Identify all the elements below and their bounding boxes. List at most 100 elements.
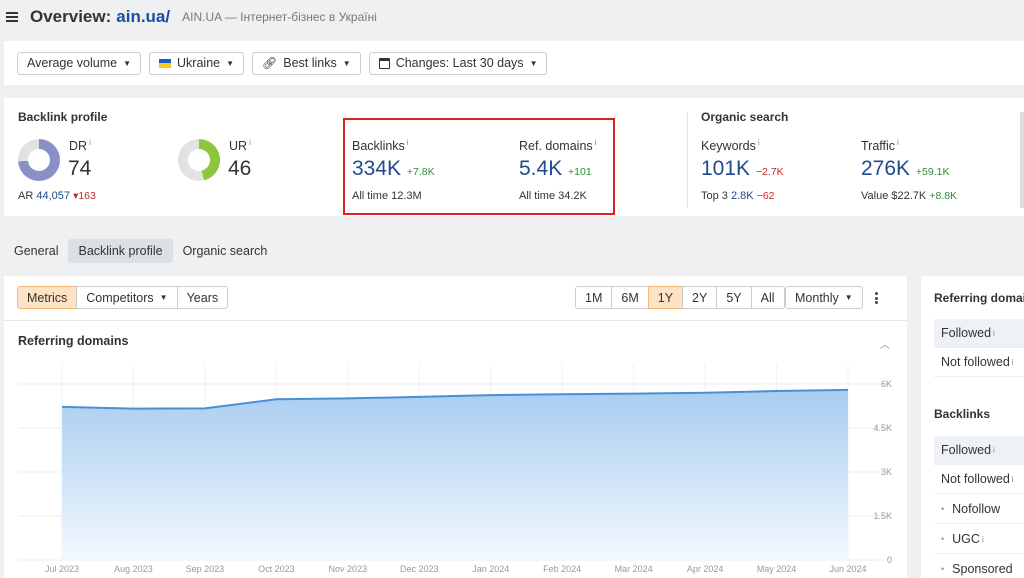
chart-panel: Metrics Competitors ▼ Years 1M 6M 1Y 2Y … [4,276,907,578]
row-label: Not followed [941,355,1010,369]
period-1m[interactable]: 1M [575,286,613,309]
bl-followed-row[interactable]: Followed i [934,436,1024,465]
metrics-card: Backlink profile DR i 74 AR 44,057 ▾163 U… [4,98,1024,216]
backlinks-metric[interactable]: 334K +7.8K [352,157,435,181]
ur-label[interactable]: UR i [229,138,251,153]
ref-domains-label[interactable]: Ref. domains i [519,138,596,153]
bl-not-followed-row[interactable]: Not followed i [934,465,1024,494]
tab-organic-search[interactable]: Organic search [173,239,278,263]
page-title-domain[interactable]: ain.ua/ [116,7,170,27]
page-title-label: Overview: [30,7,112,26]
backlinks-value: 334K [352,157,402,180]
traffic-delta: +59.1K [915,166,950,178]
ref-domains-metric[interactable]: 5.4K +101 [519,157,592,181]
right-panel: Referring domains Followedi Not followed… [921,276,1024,578]
menu-icon[interactable] [6,12,18,22]
ur-donut-chart [178,139,220,181]
info-icon[interactable]: i [982,535,984,544]
x-tick-label: Sep 2023 [186,564,225,574]
interval-label: Monthly [795,290,839,305]
info-icon[interactable]: i [407,138,409,147]
link-icon: 🔗︎ [262,56,278,70]
period-2y[interactable]: 2Y [682,286,718,309]
ref-domains-value: 5.4K [519,157,563,180]
x-tick-label: Jan 2024 [472,564,509,574]
caret-down-icon: ▼ [159,293,168,302]
info-icon[interactable]: i [249,138,251,147]
section-divider [687,112,688,208]
bl-nofollow-row[interactable]: • Nofollow [934,495,1024,524]
x-tick-label: Dec 2023 [400,564,439,574]
info-icon[interactable]: i [758,138,760,147]
chart-title: Referring domains [18,334,129,348]
metrics-toggle[interactable]: Metrics [17,286,78,309]
tab-backlink-profile[interactable]: Backlink profile [68,238,173,263]
keywords-metric[interactable]: 101K −2.7K [701,157,784,181]
ar-value[interactable]: 44,057 [36,190,70,202]
scroll-edge [1020,112,1024,208]
bl-ugc-row[interactable]: • UGC i [934,525,1024,554]
period-all[interactable]: All [750,286,785,309]
alltime-value: 34.2K [558,190,587,202]
bl-sponsored-row[interactable]: • Sponsored [934,555,1024,578]
traffic-label[interactable]: Traffic i [861,138,899,153]
competitors-dropdown[interactable]: Competitors ▼ [76,286,178,309]
traffic-value-row: Value $22.7K +8.8K [861,190,957,202]
ref-domains-panel-title: Referring domains [934,291,1024,305]
x-tick-label: Jul 2023 [45,564,79,574]
info-icon[interactable]: i [1012,475,1014,484]
value-label: Value [861,190,889,202]
changes-dropdown-label: Changes: Last 30 days [395,56,524,70]
ref-not-followed-row[interactable]: Not followed i [934,348,1024,377]
y-tick-label: 4.5K [873,423,892,433]
caret-down-icon: ▼ [123,58,132,68]
info-icon[interactable]: i [897,138,899,147]
info-icon[interactable]: i [89,138,91,147]
links-dropdown[interactable]: 🔗︎ Best links ▼ [252,51,361,75]
country-dropdown-label: Ukraine [177,56,221,70]
traffic-metric[interactable]: 276K +59.1K [861,157,949,181]
top3-row: Top 3 2.8K −62 [701,190,775,202]
info-icon[interactable]: i [993,329,995,338]
chevron-up-icon[interactable]: ︿ [880,336,890,351]
divider [4,320,907,321]
row-label: Sponsored [952,562,1013,576]
info-icon[interactable]: i [1012,358,1014,367]
period-5y[interactable]: 5Y [716,286,752,309]
x-tick-label: May 2024 [757,564,797,574]
more-options-icon[interactable] [875,292,878,304]
x-tick-label: Aug 2023 [114,564,153,574]
x-tick-label: Mar 2024 [615,564,653,574]
info-icon[interactable]: i [595,138,597,147]
top3-label: Top 3 [701,190,728,202]
caret-down-icon: ▼ [226,58,235,68]
backlinks-label[interactable]: Backlinks i [352,138,409,153]
volume-dropdown[interactable]: Average volume ▼ [17,51,142,75]
ref-followed-row[interactable]: Followed i [934,319,1024,348]
interval-dropdown[interactable]: Monthly ▼ [785,286,863,309]
bullet-icon: • [941,534,945,544]
traffic-value: 276K [861,157,911,180]
years-toggle[interactable]: Years [176,286,229,309]
period-1y[interactable]: 1Y [647,286,684,309]
period-6m[interactable]: 6M [611,286,649,309]
top-bar: Overview: ain.ua/ AIN.UA — Інтернет-бізн… [0,0,1024,34]
x-tick-label: Feb 2024 [543,564,581,574]
country-dropdown[interactable]: Ukraine ▼ [149,51,245,75]
volume-dropdown-label: Average volume [27,56,118,70]
y-tick-label: 0 [887,555,892,565]
tab-general[interactable]: General [4,239,68,263]
dr-donut-chart [18,139,60,181]
links-dropdown-label: Best links [283,56,337,70]
alltime-label: All time [352,190,389,202]
ukraine-flag-icon [159,58,172,68]
info-icon[interactable]: i [993,446,995,455]
x-tick-label: Nov 2023 [329,564,368,574]
keywords-label[interactable]: Keywords i [701,138,760,153]
top3-value[interactable]: 2.8K [731,190,754,202]
interval-button[interactable]: Monthly ▼ [785,286,863,309]
dr-label[interactable]: DR i [69,138,91,153]
y-tick-label: 3K [881,467,892,477]
x-tick-label: Jun 2024 [829,564,866,574]
changes-dropdown[interactable]: Changes: Last 30 days ▼ [368,51,548,75]
